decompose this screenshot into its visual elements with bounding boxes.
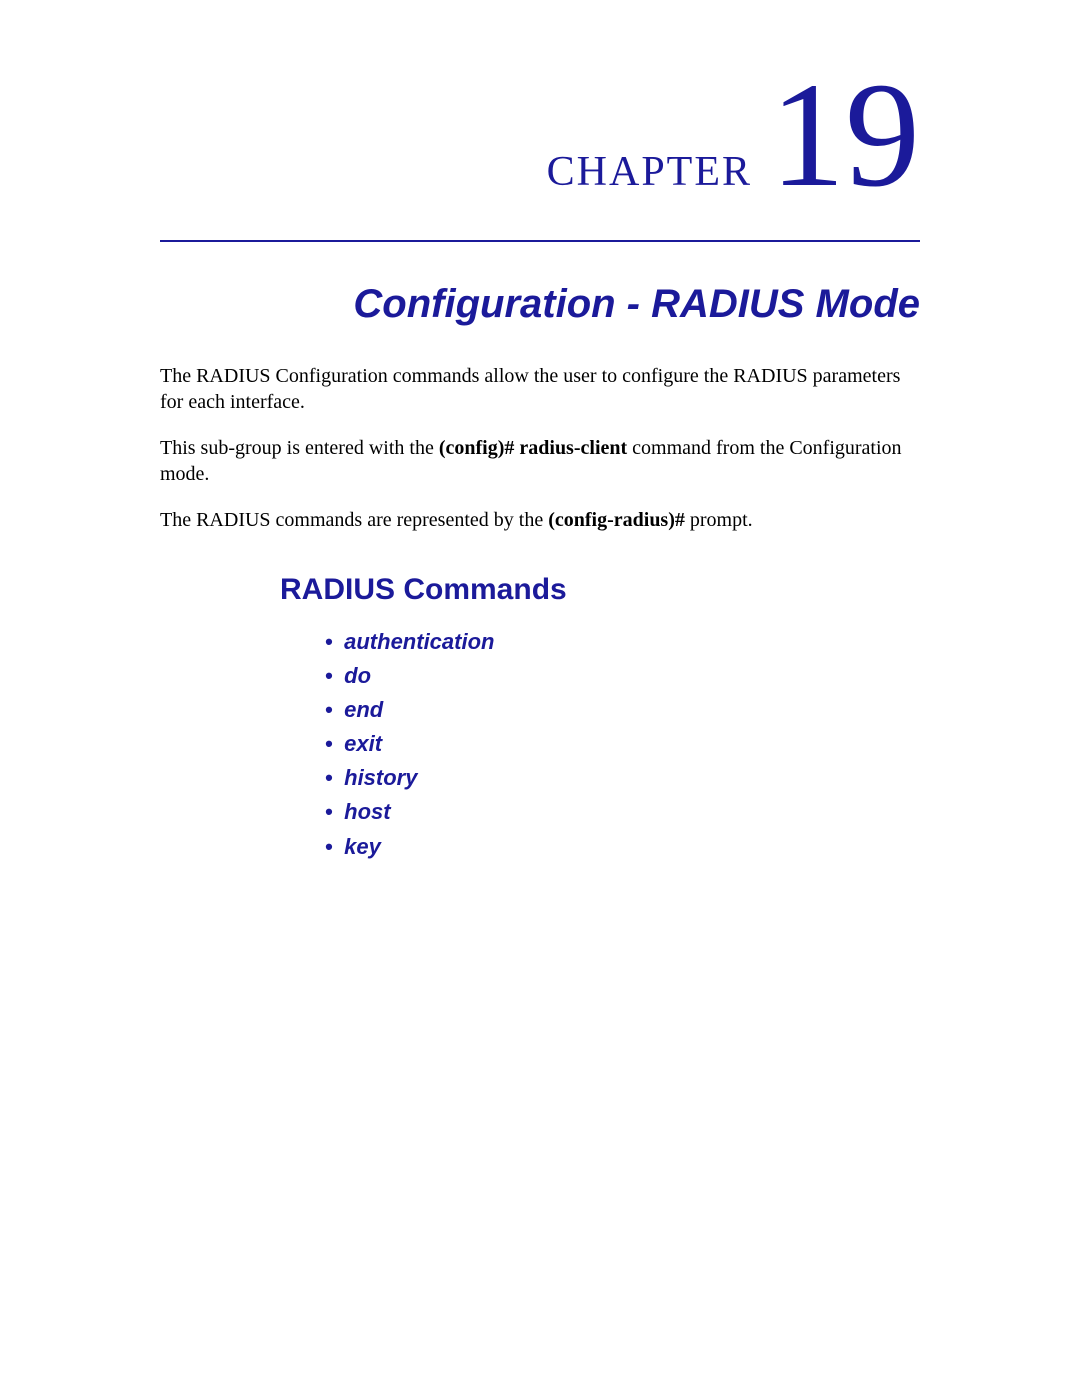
chapter-label: CHAPTER: [547, 148, 752, 196]
bullet-icon: •: [320, 625, 338, 659]
list-item: • key: [320, 830, 920, 864]
bullet-icon: •: [320, 795, 338, 829]
intro-paragraph-1: The RADIUS Configuration commands allow …: [160, 363, 920, 415]
list-item: • exit: [320, 727, 920, 761]
bullet-icon: •: [320, 659, 338, 693]
command-list: • authentication • do • end • exit • his…: [320, 625, 920, 864]
bullet-icon: •: [320, 761, 338, 795]
bullet-icon: •: [320, 693, 338, 727]
p3-text-pre: The RADIUS commands are represented by t…: [160, 509, 548, 531]
horizontal-rule: [160, 240, 920, 242]
list-item: • authentication: [320, 625, 920, 659]
intro-paragraph-2: This sub-group is entered with the (conf…: [160, 435, 920, 487]
section-heading: RADIUS Commands: [280, 573, 920, 607]
chapter-header: CHAPTER 19: [160, 60, 920, 210]
command-name: history: [344, 765, 417, 790]
p3-text-bold: (config-radius)#: [548, 509, 685, 531]
list-item: • end: [320, 693, 920, 727]
command-name: key: [344, 834, 381, 859]
command-name: host: [344, 799, 390, 824]
command-name: end: [344, 697, 383, 722]
document-page: CHAPTER 19 Configuration - RADIUS Mode T…: [0, 0, 1080, 1397]
command-name: exit: [344, 731, 382, 756]
intro-paragraph-3: The RADIUS commands are represented by t…: [160, 507, 920, 533]
list-item: • do: [320, 659, 920, 693]
chapter-number: 19: [770, 60, 920, 210]
p2-text-bold: (config)# radius-client: [439, 437, 627, 459]
bullet-icon: •: [320, 727, 338, 761]
command-name: do: [344, 663, 371, 688]
chapter-title: Configuration - RADIUS Mode: [160, 282, 920, 327]
command-name: authentication: [344, 629, 494, 654]
p2-text-pre: This sub-group is entered with the: [160, 437, 439, 459]
p3-text-post: prompt.: [685, 509, 753, 531]
bullet-icon: •: [320, 830, 338, 864]
list-item: • host: [320, 795, 920, 829]
list-item: • history: [320, 761, 920, 795]
